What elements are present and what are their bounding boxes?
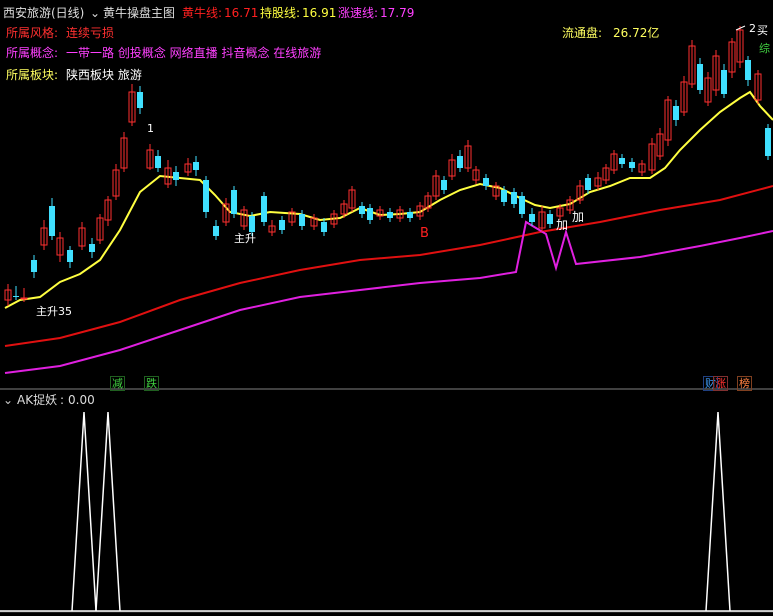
chevron-down-icon[interactable]: ⌄ xyxy=(90,6,100,20)
concept-value: 一带一路 创投概念 网络直播 抖音概念 在线旅游 xyxy=(66,46,322,60)
candle-body-down xyxy=(367,208,373,220)
candle-body-down xyxy=(673,106,679,120)
huangniu-line-label: 黄牛线: xyxy=(182,6,223,20)
zhangsu-line-label: 涨速线: xyxy=(338,6,379,20)
candle-body-down xyxy=(519,196,525,214)
candle-body-down xyxy=(193,162,199,170)
style-value: 连续亏损 xyxy=(66,26,115,40)
candle-body-up xyxy=(20,297,28,300)
candle-body-down xyxy=(89,244,95,252)
candle-body-down xyxy=(387,212,393,218)
candle-body-down xyxy=(501,190,507,202)
candle-body-down xyxy=(619,158,625,164)
stock-title: 西安旅游(日线) xyxy=(3,6,85,20)
ak-spike xyxy=(95,411,121,612)
candle-body-down xyxy=(299,214,305,226)
candle-body-down xyxy=(213,226,219,236)
candle-body-down xyxy=(585,178,591,190)
candle-body-down xyxy=(629,162,635,168)
main-rise-label: 主升35 xyxy=(36,305,72,318)
magenta-trend-line xyxy=(4,220,773,374)
ak-spike xyxy=(705,411,731,612)
sector-value: 陕西板块 旅游 xyxy=(66,68,142,82)
indicator-name[interactable]: 黄牛操盘主图 xyxy=(103,6,175,20)
sub-panel-title[interactable]: AK捉妖 xyxy=(17,393,57,407)
float-value: 26.72亿 xyxy=(613,26,660,40)
candle-body-down xyxy=(279,220,285,230)
candle-body-down xyxy=(441,180,447,190)
candle-body-down xyxy=(231,190,237,214)
candle-body-down xyxy=(249,216,255,232)
float-label: 流通盘: xyxy=(562,26,603,40)
candle-body-down xyxy=(261,196,267,222)
sub-panel-sep: : xyxy=(60,393,65,407)
candle-body-down xyxy=(359,206,365,214)
fall-tag[interactable]: 跌 xyxy=(144,376,159,391)
candle-body-down xyxy=(407,212,413,218)
candle-body-down xyxy=(31,260,37,272)
stock-chart-window: 西安旅游(日线) ⌄ 黄牛操盘主图 黄牛线: 16.71 持股线: 16.91 … xyxy=(0,0,773,616)
right-comp-label: 综 xyxy=(759,42,770,55)
sub-panel-chevron-icon[interactable]: ⌄ xyxy=(3,393,13,407)
candle-body-down xyxy=(203,180,209,212)
candle-body-down xyxy=(765,128,771,156)
rank-tag[interactable]: 榜 xyxy=(737,376,752,391)
candle-body-down xyxy=(697,64,703,90)
reduce-tag[interactable]: 减 xyxy=(110,376,125,391)
buy-b-marker: B xyxy=(420,226,429,241)
candle-body-down xyxy=(137,92,143,108)
candle-body-down xyxy=(511,192,517,204)
concept-label: 所属概念: xyxy=(6,46,59,60)
chigu-line-value: 16.91 xyxy=(302,6,337,20)
main-chart[interactable] xyxy=(0,0,773,616)
zhangsu-line-value: 17.79 xyxy=(380,6,415,20)
candle-body-down xyxy=(155,156,161,168)
style-label: 所属风格: xyxy=(6,26,59,40)
candle-body-down xyxy=(529,214,535,222)
sub-panel-value: 0.00 xyxy=(68,393,95,407)
main-rise-label-2: 主升 xyxy=(234,232,256,245)
candle-body-down xyxy=(67,250,73,262)
marker-two: 2 xyxy=(749,22,756,35)
candle-body-down xyxy=(483,178,489,186)
right-buy-label: 买 xyxy=(757,24,768,37)
add-marker-2: 加 xyxy=(572,210,585,224)
candle-body-down xyxy=(173,172,179,180)
candle-body-down xyxy=(49,206,55,236)
candle-body-down xyxy=(13,296,19,297)
candle-body-down xyxy=(321,222,327,232)
candle-body-down xyxy=(745,60,751,80)
add-marker-1: 加 xyxy=(556,218,569,232)
rise-tag[interactable]: 涨 xyxy=(713,376,728,391)
candle-body-down xyxy=(721,70,727,94)
candle-body-down xyxy=(547,214,553,224)
yellow-hold-line xyxy=(4,90,773,309)
huangniu-line-value: 16.71 xyxy=(224,6,259,20)
marker-one: 1 xyxy=(147,122,154,135)
sector-label: 所属板块: xyxy=(6,68,59,82)
ak-spike xyxy=(71,411,97,612)
chigu-line-label: 持股线: xyxy=(260,6,301,20)
candle-body-down xyxy=(457,156,463,168)
red-trend-line xyxy=(4,185,773,347)
